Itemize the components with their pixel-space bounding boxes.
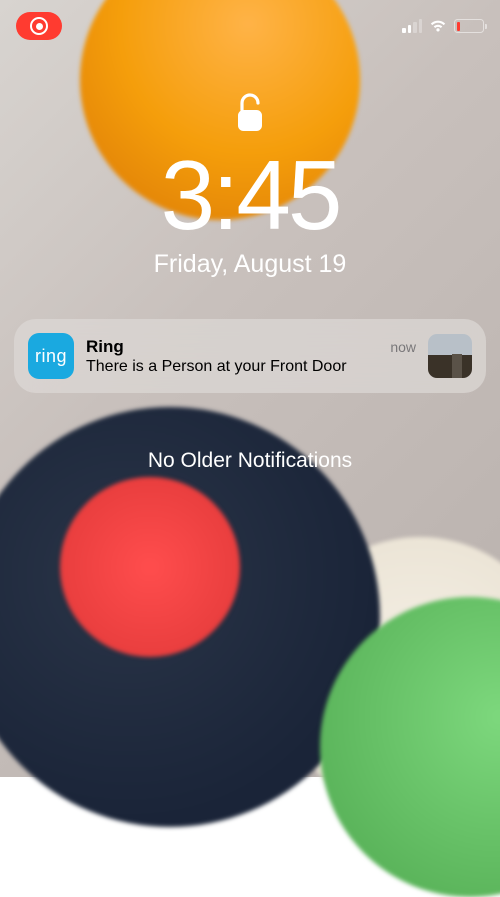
- lock-screen-time: 3:45: [0, 146, 500, 244]
- notification-app-name: Ring: [86, 337, 124, 357]
- wifi-icon: [428, 19, 448, 33]
- notification-message: There is a Person at your Front Door: [86, 358, 416, 376]
- unlock-icon: [0, 92, 500, 134]
- notification-thumbnail: [428, 334, 472, 378]
- cellular-signal-icon: [402, 19, 422, 33]
- notification-card[interactable]: ring Ring now There is a Person at your …: [14, 319, 486, 393]
- screen-recording-indicator[interactable]: [16, 12, 62, 40]
- record-icon: [30, 17, 48, 35]
- status-bar: [0, 0, 500, 40]
- lock-screen-date: Friday, August 19: [0, 250, 500, 279]
- notification-app-icon: ring: [28, 333, 74, 379]
- notification-timestamp: now: [390, 339, 416, 355]
- no-older-notifications-label: No Older Notifications: [0, 449, 500, 473]
- notification-body: Ring now There is a Person at your Front…: [86, 337, 416, 376]
- battery-icon: [454, 19, 484, 33]
